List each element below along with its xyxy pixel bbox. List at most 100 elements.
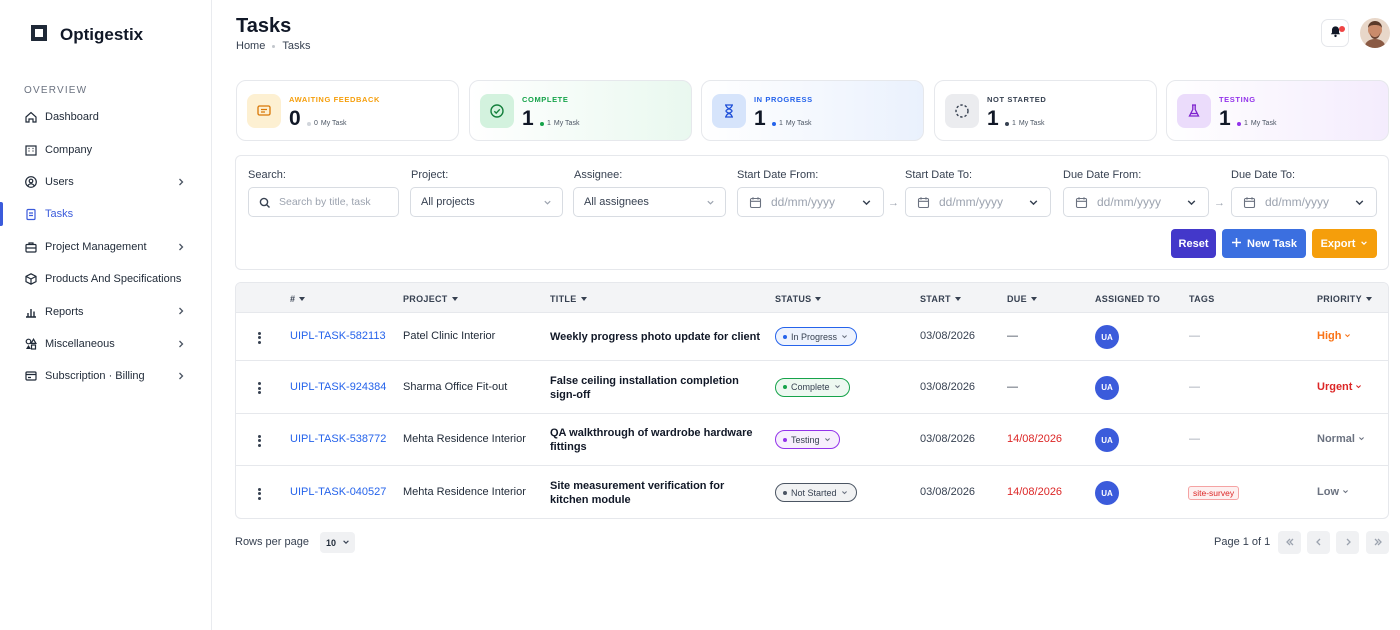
- brand[interactable]: Optigestix: [28, 22, 143, 47]
- chevron-down-icon: [1186, 197, 1197, 208]
- export-button[interactable]: Export: [1312, 229, 1377, 258]
- status-select[interactable]: Complete: [775, 377, 850, 397]
- due-date-from-input[interactable]: dd/mm/yyyy: [1063, 187, 1209, 217]
- sidebar-item-company[interactable]: Company: [0, 133, 211, 165]
- sidebar-item-project-management[interactable]: Project Management: [0, 231, 211, 263]
- priority-select[interactable]: Low: [1317, 486, 1349, 498]
- assignee-avatar[interactable]: UA: [1095, 428, 1119, 452]
- assignee-select-value: All assignees: [584, 196, 649, 208]
- start-date-to-input[interactable]: dd/mm/yyyy: [905, 187, 1051, 217]
- priority-select[interactable]: Urgent: [1317, 381, 1362, 393]
- column-header[interactable]: PRIORITY: [1317, 294, 1372, 304]
- title-cell[interactable]: Site measurement verification for kitche…: [550, 479, 765, 507]
- stat-sub-count: 0: [314, 120, 318, 127]
- sort-icon[interactable]: [580, 297, 587, 301]
- new-task-button[interactable]: New Task: [1222, 229, 1306, 258]
- assignee-avatar[interactable]: UA: [1095, 325, 1119, 349]
- column-header[interactable]: STATUS: [775, 294, 822, 304]
- status-select[interactable]: In Progress: [775, 327, 858, 346]
- status-dot: [307, 121, 311, 126]
- clipboard-icon: [24, 207, 38, 221]
- row-actions-icon[interactable]: [258, 330, 262, 345]
- column-header[interactable]: TITLE: [550, 294, 587, 304]
- stat-card-complete[interactable]: COMPLETE 1 1 My Task: [469, 80, 692, 141]
- prev-page-button[interactable]: [1307, 531, 1330, 554]
- next-page-button[interactable]: [1336, 531, 1359, 554]
- column-header[interactable]: PROJECT: [403, 294, 458, 304]
- rows-per-page-select[interactable]: 10: [320, 532, 355, 553]
- status-select[interactable]: Not Started: [775, 483, 857, 502]
- row-actions-icon[interactable]: [258, 381, 262, 396]
- stat-card-in-progress[interactable]: IN PROGRESS 1 1 My Task: [701, 80, 924, 141]
- task-id-link[interactable]: UIPL-TASK-582113: [290, 330, 386, 342]
- sidebar-item-products-and-specifications[interactable]: Products And Specifications: [0, 263, 211, 295]
- sidebar-item-miscellaneous[interactable]: Miscellaneous: [0, 328, 211, 360]
- sort-icon[interactable]: [1030, 297, 1037, 301]
- project-select[interactable]: All projects: [410, 187, 563, 217]
- row-actions-icon[interactable]: [258, 433, 262, 448]
- sidebar-item-label: Miscellaneous: [45, 337, 115, 350]
- date-placeholder: dd/mm/yyyy: [1265, 195, 1330, 209]
- check-circle-icon: [480, 94, 514, 128]
- sort-icon[interactable]: [299, 297, 306, 301]
- billing-icon: [24, 369, 38, 383]
- sidebar-item-tasks[interactable]: Tasks: [0, 198, 211, 230]
- sidebar-item-users[interactable]: Users: [0, 166, 211, 198]
- sort-icon[interactable]: [1365, 297, 1372, 301]
- priority-select[interactable]: High: [1317, 330, 1351, 342]
- sidebar-item-dashboard[interactable]: Dashboard: [0, 101, 211, 133]
- task-id-link[interactable]: UIPL-TASK-040527: [290, 486, 386, 498]
- sidebar-item-reports[interactable]: Reports: [0, 295, 211, 327]
- assignee-avatar[interactable]: UA: [1095, 481, 1119, 505]
- column-header[interactable]: #: [290, 294, 306, 304]
- title-cell[interactable]: Weekly progress photo update for client: [550, 330, 765, 344]
- due-date-cell: 14/08/2026: [1007, 486, 1063, 498]
- assignee-avatar[interactable]: UA: [1095, 375, 1119, 400]
- status-dot: [783, 437, 787, 442]
- task-id-link[interactable]: UIPL-TASK-924384: [290, 381, 386, 393]
- chevron-down-icon: [1028, 197, 1039, 208]
- status-select[interactable]: Testing: [775, 430, 840, 449]
- user-avatar[interactable]: [1360, 18, 1390, 48]
- assignee-select[interactable]: All assignees: [573, 187, 726, 217]
- stat-card-testing[interactable]: TESTING 1 1 My Task: [1166, 80, 1389, 141]
- stat-card-not-started[interactable]: NOT STARTED 1 1 My Task: [934, 80, 1157, 141]
- notifications-button[interactable]: [1321, 19, 1349, 47]
- start-date-from-input[interactable]: dd/mm/yyyy: [737, 187, 884, 217]
- sort-icon[interactable]: [815, 297, 822, 301]
- tags-cell: —: [1189, 433, 1200, 445]
- box-icon: [24, 272, 38, 286]
- breadcrumb-home[interactable]: Home: [236, 40, 265, 52]
- sort-icon[interactable]: [954, 297, 961, 301]
- tags-cell: —: [1189, 380, 1200, 393]
- chevron-down-icon: [841, 332, 848, 342]
- column-header[interactable]: START: [920, 294, 961, 304]
- stat-card-awaiting-feedback[interactable]: AWAITING FEEDBACK 0 0 My Task: [236, 80, 459, 141]
- search-input[interactable]: Search by title, task: [248, 187, 399, 217]
- sidebar-item-subscription-billing[interactable]: Subscription · Billing: [0, 360, 211, 392]
- chevron-down-icon: [1342, 486, 1349, 498]
- first-page-button[interactable]: [1278, 531, 1301, 554]
- sort-icon[interactable]: [451, 297, 458, 301]
- due-date-to-input[interactable]: dd/mm/yyyy: [1231, 187, 1377, 217]
- hourglass-icon: [712, 94, 746, 128]
- priority-select[interactable]: Normal: [1317, 433, 1365, 445]
- tag-chip[interactable]: site-survey: [1188, 486, 1240, 500]
- reset-button[interactable]: Reset: [1171, 229, 1216, 258]
- message-icon: [247, 94, 281, 128]
- title-cell[interactable]: False ceiling installation completion si…: [550, 374, 765, 402]
- table-row[interactable]: UIPL-TASK-924384 Sharma Office Fit-out Fal…: [236, 361, 1388, 414]
- last-page-button[interactable]: [1366, 531, 1389, 554]
- notification-badge: [1339, 26, 1345, 32]
- row-actions-icon[interactable]: [258, 486, 262, 501]
- start-date-cell: 03/08/2026: [920, 486, 976, 498]
- table-row[interactable]: UIPL-TASK-040527 Mehta Residence Interior…: [236, 466, 1388, 518]
- stat-sub-label: My Task: [553, 120, 580, 127]
- column-header[interactable]: DUE: [1007, 294, 1037, 304]
- due-date-cell: —: [1007, 380, 1018, 393]
- table-row[interactable]: UIPL-TASK-582113 Patel Clinic Interior Wee…: [236, 313, 1388, 361]
- task-id-link[interactable]: UIPL-TASK-538772: [290, 433, 386, 445]
- title-cell[interactable]: QA walkthrough of wardrobe hardware fitt…: [550, 426, 765, 454]
- table-row[interactable]: UIPL-TASK-538772 Mehta Residence Interior…: [236, 414, 1388, 466]
- sidebar-nav: Dashboard Company Users Tasks Project Manage…: [0, 101, 211, 393]
